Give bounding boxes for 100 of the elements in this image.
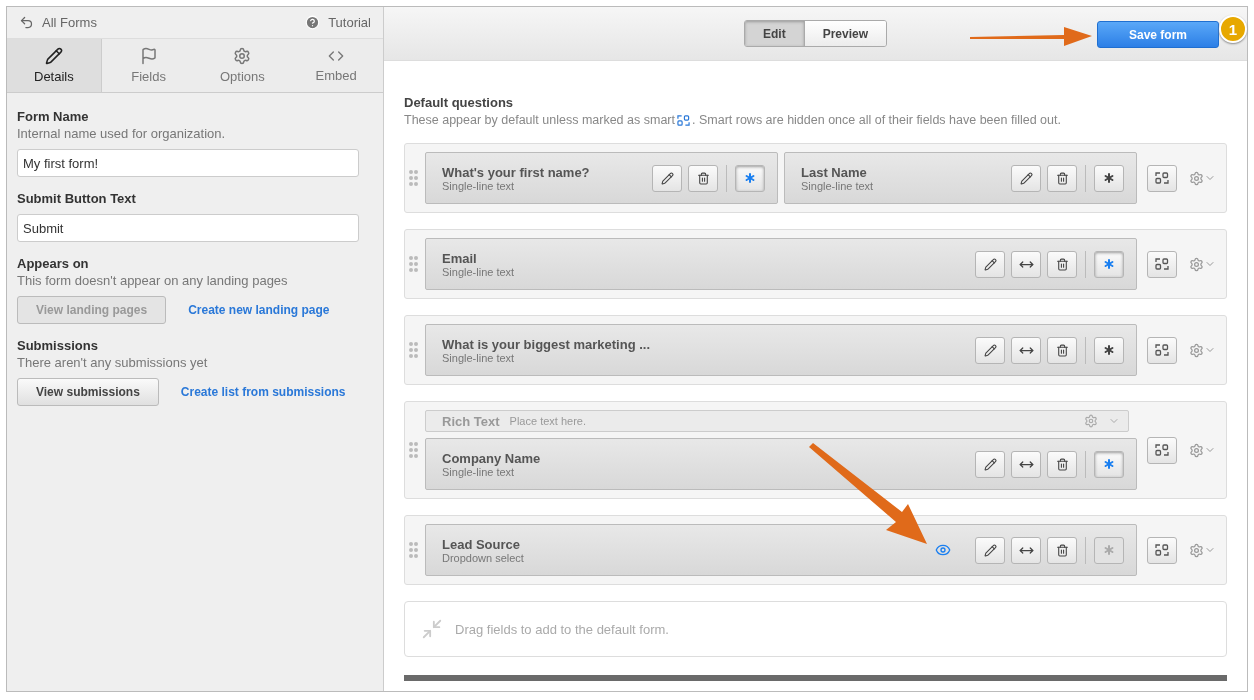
delete-button[interactable] bbox=[1047, 450, 1077, 478]
drag-handle-icon[interactable] bbox=[409, 255, 419, 273]
edit-button[interactable] bbox=[1011, 164, 1041, 192]
field-label: Last Name bbox=[801, 164, 868, 180]
code-icon bbox=[328, 48, 345, 64]
drag-handle-icon[interactable] bbox=[409, 541, 419, 559]
required-toggle[interactable] bbox=[1094, 336, 1124, 364]
shrink-arrows-icon bbox=[421, 618, 443, 640]
field-card[interactable]: Lead Source Dropdown select bbox=[425, 524, 1137, 576]
flag-icon bbox=[139, 47, 158, 65]
drag-handle-icon[interactable] bbox=[409, 341, 419, 359]
view-button[interactable]: View submissions bbox=[17, 378, 159, 406]
width-button[interactable] bbox=[1011, 250, 1041, 278]
field-label: Lead Source bbox=[442, 536, 522, 552]
smart-icon bbox=[1155, 257, 1169, 271]
trash-icon bbox=[1055, 543, 1069, 557]
smart-row-button[interactable] bbox=[1147, 250, 1177, 278]
mode-toggle[interactable]: Edit bbox=[744, 21, 804, 46]
width-button[interactable] bbox=[1011, 450, 1041, 478]
drag-handle-icon[interactable] bbox=[409, 169, 419, 187]
save-form-button[interactable]: Save form bbox=[1097, 21, 1219, 48]
field-label: What's your first name? bbox=[442, 164, 591, 180]
gear-icon bbox=[1189, 342, 1204, 358]
field-type: Single-line text bbox=[442, 465, 516, 478]
section-hint: Internal name used for organization. bbox=[17, 126, 227, 141]
field-label: What is your biggest marketing ... bbox=[442, 336, 652, 352]
field-label: Email bbox=[442, 250, 478, 266]
field-type: Single-line text bbox=[801, 179, 875, 192]
create-link[interactable]: Create list from submissions bbox=[180, 385, 346, 399]
trash-icon bbox=[1055, 171, 1069, 185]
smart-icon bbox=[1155, 171, 1169, 185]
smart-row-button[interactable] bbox=[1147, 336, 1177, 364]
edit-button[interactable] bbox=[652, 164, 682, 192]
section-hint: This form doesn't appear on any landing pages bbox=[17, 273, 289, 288]
step-badge: 1 bbox=[1219, 15, 1247, 43]
mode-toggle[interactable]: Preview bbox=[803, 21, 886, 46]
section-title: Submissions bbox=[17, 338, 99, 353]
smart-row-button[interactable] bbox=[1147, 536, 1177, 564]
delete-button[interactable] bbox=[688, 164, 718, 192]
required-toggle[interactable] bbox=[1094, 250, 1124, 278]
smart-icon bbox=[1155, 543, 1169, 557]
field-card[interactable]: Last Name Single-line text bbox=[784, 152, 1137, 204]
edit-button[interactable] bbox=[975, 450, 1005, 478]
smart-icon bbox=[677, 113, 690, 127]
required-toggle[interactable] bbox=[1094, 164, 1124, 192]
section-heading: Default questions bbox=[404, 95, 515, 110]
pencil-icon bbox=[1019, 171, 1033, 185]
create-link[interactable]: Create new landing page bbox=[188, 303, 330, 317]
pencil-icon bbox=[44, 47, 63, 65]
input-field[interactable]: Submit bbox=[17, 214, 359, 242]
field-type: Single-line text bbox=[442, 179, 515, 192]
smart-row-button[interactable] bbox=[1147, 436, 1177, 464]
section-title: Appears on bbox=[17, 256, 90, 271]
field-label: Company Name bbox=[442, 450, 542, 466]
delete-button[interactable] bbox=[1047, 536, 1077, 564]
gear-icon bbox=[1189, 256, 1204, 272]
required-toggle[interactable] bbox=[735, 164, 765, 192]
gear-icon bbox=[233, 47, 252, 65]
pencil-icon bbox=[983, 343, 997, 357]
pencil-icon bbox=[660, 171, 674, 185]
smart-icon bbox=[1155, 443, 1169, 457]
eye-icon[interactable] bbox=[935, 542, 951, 558]
edit-button[interactable] bbox=[975, 250, 1005, 278]
smart-row-button[interactable] bbox=[1147, 164, 1177, 192]
gear-icon bbox=[1189, 542, 1204, 558]
trash-icon bbox=[1055, 343, 1069, 357]
drop-zone-text: Drag fields to add to the default form. bbox=[455, 621, 669, 637]
width-button[interactable] bbox=[1011, 536, 1041, 564]
help-icon bbox=[305, 15, 321, 30]
description-text: . Smart rows are hidden once all of their fields have been filled out. bbox=[692, 113, 1061, 127]
field-card[interactable]: Company Name Single-line text bbox=[425, 438, 1137, 490]
edit-button[interactable] bbox=[975, 336, 1005, 364]
description-text: These appear by default unless marked as smart bbox=[404, 113, 675, 127]
tutorial-link[interactable]: Tutorial bbox=[305, 15, 371, 30]
delete-button[interactable] bbox=[1047, 250, 1077, 278]
trash-icon bbox=[1055, 457, 1069, 471]
delete-button[interactable] bbox=[1047, 336, 1077, 364]
sidebar-tab[interactable]: Fields bbox=[101, 39, 196, 92]
field-card[interactable]: Email Single-line text bbox=[425, 238, 1137, 290]
section-title: Submit Button Text bbox=[17, 191, 137, 206]
pencil-icon bbox=[983, 543, 997, 557]
trash-icon bbox=[696, 171, 710, 185]
sidebar-tab[interactable]: Options bbox=[195, 39, 290, 92]
delete-button[interactable] bbox=[1047, 164, 1077, 192]
field-card[interactable]: What's your first name? Single-line text bbox=[425, 152, 778, 204]
required-toggle[interactable] bbox=[1094, 450, 1124, 478]
edit-button[interactable] bbox=[975, 536, 1005, 564]
field-card[interactable]: What is your biggest marketing ... Single-line text bbox=[425, 324, 1137, 376]
sidebar-tab[interactable]: Embed bbox=[289, 39, 383, 92]
trash-icon bbox=[1055, 257, 1069, 271]
input-field[interactable]: My first form! bbox=[17, 149, 359, 177]
smart-icon bbox=[1155, 343, 1169, 357]
drag-handle-icon[interactable] bbox=[409, 441, 419, 459]
sidebar-tab[interactable]: Details bbox=[7, 39, 102, 92]
field-type: Single-line text bbox=[442, 265, 516, 278]
back-link[interactable]: All Forms bbox=[19, 15, 97, 30]
pencil-icon bbox=[983, 457, 997, 471]
gear-icon bbox=[1189, 442, 1204, 458]
pencil-icon bbox=[983, 257, 997, 271]
width-button[interactable] bbox=[1011, 336, 1041, 364]
